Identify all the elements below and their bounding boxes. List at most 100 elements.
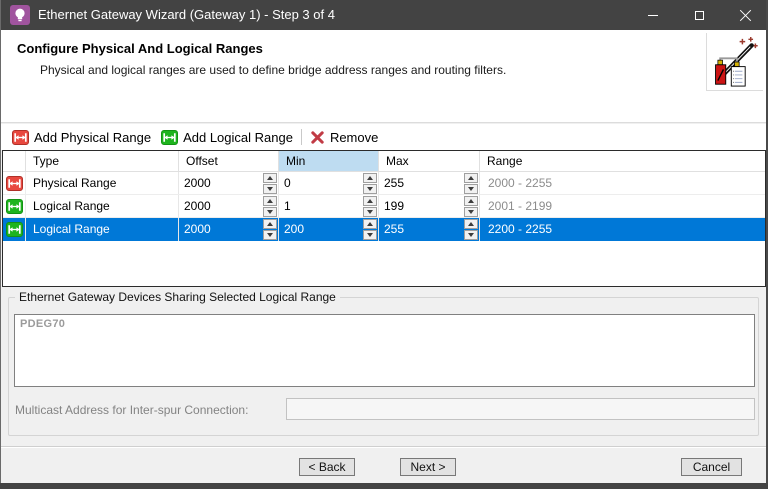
device-item: PDEG70 — [20, 318, 66, 330]
toolbar: Add Physical Range Add Logical Range Rem… — [0, 124, 768, 150]
toolbar-separator — [300, 129, 302, 145]
lightbulb-icon — [10, 5, 30, 25]
spin-up-button[interactable] — [464, 172, 478, 183]
max-value[interactable]: 255 — [379, 172, 464, 194]
spin-down-button[interactable] — [363, 183, 377, 194]
devices-list[interactable]: PDEG70 — [14, 314, 755, 387]
offset-spinner[interactable] — [263, 218, 278, 241]
spin-up-button[interactable] — [363, 172, 377, 183]
min-spinner[interactable] — [363, 172, 378, 194]
multicast-address-field[interactable] — [286, 398, 755, 420]
max-cell[interactable]: 255 — [379, 172, 480, 194]
spin-down-button[interactable] — [363, 230, 377, 240]
table-header-row: Type Offset Min Max Range — [3, 151, 765, 172]
range-cell: 2001 - 2199 — [488, 199, 553, 213]
add-logical-range-button[interactable]: Add Logical Range — [156, 126, 298, 148]
add-physical-range-label: Add Physical Range — [34, 129, 152, 145]
physical-range-icon — [12, 129, 29, 145]
spin-down-button[interactable] — [263, 183, 277, 194]
spin-down-button[interactable] — [464, 230, 478, 240]
max-cell[interactable]: 255 — [379, 218, 480, 241]
spin-up-button[interactable] — [464, 195, 478, 206]
spin-up-button[interactable] — [263, 195, 277, 206]
max-spinner[interactable] — [464, 218, 479, 241]
spin-down-button[interactable] — [263, 230, 277, 240]
offset-value[interactable]: 2000 — [179, 218, 263, 241]
add-physical-range-button[interactable]: Add Physical Range — [7, 126, 156, 148]
spin-down-button[interactable] — [464, 183, 478, 194]
wizard-header: Configure Physical And Logical Ranges Ph… — [0, 30, 768, 123]
min-cell[interactable]: 0 — [279, 172, 379, 194]
offset-cell[interactable]: 2000 — [179, 195, 279, 217]
range-cell: 2200 - 2255 — [488, 222, 553, 236]
min-value[interactable]: 200 — [279, 218, 363, 241]
next-button[interactable]: Next > — [400, 458, 456, 476]
offset-value[interactable]: 2000 — [179, 172, 263, 194]
type-cell: Logical Range — [26, 218, 179, 241]
min-value[interactable]: 1 — [279, 195, 363, 217]
spin-down-button[interactable] — [263, 206, 277, 217]
spin-up-button[interactable] — [263, 219, 277, 229]
table-empty-area — [3, 241, 765, 286]
table-row-logical-2-selected[interactable]: Logical Range 2000 200 255 2200 - 2255 — [3, 218, 765, 241]
spin-up-button[interactable] — [263, 172, 277, 183]
minimize-icon — [648, 14, 658, 16]
column-header-range[interactable]: Range — [480, 151, 765, 172]
column-header-type[interactable]: Type — [26, 151, 179, 172]
spin-up-button[interactable] — [464, 219, 478, 229]
table-row-physical[interactable]: Physical Range 2000 0 255 2000 - 2255 — [3, 172, 765, 195]
spin-down-button[interactable] — [464, 206, 478, 217]
window-bottom-frame — [0, 483, 768, 489]
remove-button[interactable]: Remove — [305, 126, 383, 148]
min-spinner[interactable] — [363, 218, 378, 241]
column-header-offset[interactable]: Offset — [179, 151, 279, 172]
min-value[interactable]: 0 — [279, 172, 363, 194]
maximize-icon — [694, 10, 704, 20]
physical-range-icon — [5, 175, 23, 191]
window-controls — [630, 0, 768, 30]
min-spinner[interactable] — [363, 195, 378, 217]
offset-spinner[interactable] — [263, 172, 278, 194]
spin-up-button[interactable] — [363, 219, 377, 229]
column-header-icon[interactable] — [3, 151, 26, 172]
max-spinner[interactable] — [464, 172, 479, 194]
minimize-button[interactable] — [630, 0, 676, 30]
type-cell: Physical Range — [26, 172, 179, 194]
maximize-button[interactable] — [676, 0, 722, 30]
offset-cell[interactable]: 2000 — [179, 172, 279, 194]
offset-spinner[interactable] — [263, 195, 278, 217]
row-type-icon-cell — [3, 218, 26, 241]
offset-cell[interactable]: 2000 — [179, 218, 279, 241]
multicast-label: Multicast Address for Inter-spur Connect… — [15, 403, 249, 417]
min-cell[interactable]: 1 — [279, 195, 379, 217]
add-logical-range-label: Add Logical Range — [183, 129, 293, 145]
spin-down-button[interactable] — [363, 206, 377, 217]
offset-value[interactable]: 2000 — [179, 195, 263, 217]
cancel-button[interactable]: Cancel — [681, 458, 742, 476]
close-button[interactable] — [722, 0, 768, 30]
remove-x-icon — [311, 130, 324, 144]
back-button[interactable]: < Back — [299, 458, 355, 476]
window-title: Ethernet Gateway Wizard (Gateway 1) - St… — [38, 7, 335, 22]
logical-range-icon — [161, 129, 179, 145]
wizard-window: Ethernet Gateway Wizard (Gateway 1) - St… — [0, 0, 768, 489]
footer-divider — [0, 446, 768, 448]
max-value[interactable]: 199 — [379, 195, 464, 217]
column-header-min[interactable]: Min — [279, 151, 379, 172]
max-spinner[interactable] — [464, 195, 479, 217]
max-cell[interactable]: 199 — [379, 195, 480, 217]
min-cell[interactable]: 200 — [279, 218, 379, 241]
titlebar: Ethernet Gateway Wizard (Gateway 1) - St… — [0, 0, 768, 30]
wizard-wand-icon — [706, 33, 763, 91]
remove-label: Remove — [329, 129, 379, 145]
page-subtitle: Physical and logical ranges are used to … — [40, 63, 507, 77]
column-header-max[interactable]: Max — [379, 151, 480, 172]
logical-range-icon — [5, 198, 23, 214]
table-row-logical-1[interactable]: Logical Range 2000 1 199 2001 - 2199 — [3, 195, 765, 218]
logical-range-icon — [5, 222, 23, 237]
max-value[interactable]: 255 — [379, 218, 464, 241]
range-cell: 2000 - 2255 — [488, 176, 553, 190]
close-icon — [739, 9, 752, 22]
spin-up-button[interactable] — [363, 195, 377, 206]
devices-groupbox: Ethernet Gateway Devices Sharing Selecte… — [8, 290, 759, 436]
